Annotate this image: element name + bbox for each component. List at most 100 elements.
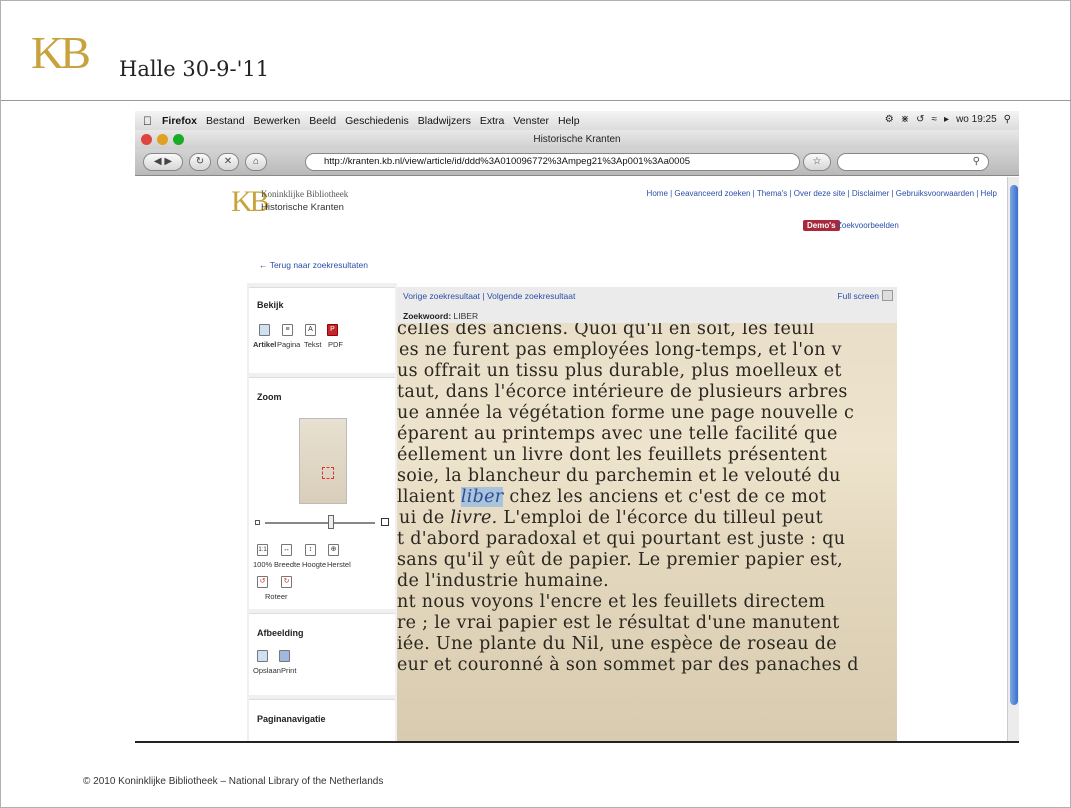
save-label[interactable]: Opslaan bbox=[253, 666, 281, 675]
demo-badge[interactable]: Demo's bbox=[803, 220, 840, 231]
article-view-icon[interactable] bbox=[259, 324, 270, 336]
url-input[interactable]: http://kranten.kb.nl/view/article/id/ddd… bbox=[305, 153, 800, 171]
zoom-slider-handle[interactable] bbox=[328, 515, 334, 529]
scrollbar-thumb[interactable] bbox=[1010, 185, 1018, 705]
sync-icon[interactable]: ⚙ bbox=[885, 114, 894, 125]
scan-line: t d'abord paradoxal et qui pourtant est … bbox=[397, 529, 846, 549]
spotlight-icon[interactable]: ⚲ bbox=[1004, 114, 1011, 125]
scan-line-italic: ui de livre. L'emploi de l'écorce du til… bbox=[399, 508, 823, 528]
wifi-icon[interactable]: ≈ bbox=[932, 114, 938, 125]
top-navigation[interactable]: Home | Geavanceerd zoeken | Thema's | Ov… bbox=[647, 189, 997, 198]
fullscreen-icon[interactable] bbox=[882, 290, 893, 301]
page-thumbnail[interactable] bbox=[299, 418, 347, 504]
panel-title-bekijk: Bekijk bbox=[257, 300, 284, 310]
zoom-slider[interactable] bbox=[265, 522, 375, 524]
web-page: KB Koninklijke Bibliotheek Historische K… bbox=[135, 177, 1007, 741]
zoom-label-hoogte[interactable]: Hoogte bbox=[302, 560, 326, 569]
zoom-label-herstel[interactable]: Herstel bbox=[327, 560, 351, 569]
bookmark-star-icon[interactable]: ☆ bbox=[803, 153, 831, 171]
scan-fragment: L'emploi de l'écorce du tilleul peut bbox=[497, 508, 823, 528]
keyword-highlight[interactable]: liber bbox=[460, 487, 504, 507]
view-label-tekst[interactable]: Tekst bbox=[304, 340, 322, 349]
viewer-header: Vorige zoekresultaat | Volgende zoekresu… bbox=[397, 287, 897, 327]
zoom-label-100[interactable]: 100% bbox=[253, 560, 272, 569]
zoom-in-icon[interactable] bbox=[381, 518, 389, 526]
zoom-label-breedte[interactable]: Breedte bbox=[274, 560, 300, 569]
clock[interactable]: wo 19:25 bbox=[956, 114, 997, 125]
page-view-icon[interactable]: ≡ bbox=[282, 324, 293, 336]
scan-italic-fragment: livre. bbox=[450, 508, 498, 528]
menubar-status-area: ⚙ ⋇ ↺ ≈ ▸ wo 19:25 ⚲ bbox=[885, 114, 1011, 125]
minimize-window-icon[interactable] bbox=[157, 134, 168, 145]
sidebar: Bekijk ≡ A P Artikel Pagina Tekst PDF Zo… bbox=[247, 283, 397, 741]
stop-icon[interactable]: ✕ bbox=[217, 153, 239, 171]
search-input[interactable]: ⚲ bbox=[837, 153, 989, 171]
fit-height-icon[interactable]: ↕ bbox=[305, 544, 316, 556]
panel-paginanavigatie: Paginanavigatie bbox=[249, 699, 395, 741]
view-label-pagina[interactable]: Pagina bbox=[277, 340, 300, 349]
close-window-icon[interactable] bbox=[141, 134, 152, 145]
menu-bladwijzers[interactable]: Bladwijzers bbox=[418, 115, 471, 127]
print-icon[interactable] bbox=[279, 650, 290, 662]
rotate-left-icon[interactable]: ↺ bbox=[257, 576, 268, 588]
menu-beeld[interactable]: Beeld bbox=[309, 115, 336, 127]
scan-fragment: llaient bbox=[397, 487, 455, 507]
menu-extra[interactable]: Extra bbox=[480, 115, 505, 127]
menu-bewerken[interactable]: Bewerken bbox=[254, 115, 301, 127]
search-examples-link[interactable]: Zoekvoorbeelden bbox=[837, 221, 899, 230]
scan-fragment: ui de bbox=[399, 508, 445, 528]
menu-bestand[interactable]: Bestand bbox=[206, 115, 245, 127]
apple-icon[interactable]:  bbox=[143, 114, 152, 128]
panel-title-paginanavigatie: Paginanavigatie bbox=[257, 714, 326, 724]
panel-title-afbeelding: Afbeelding bbox=[257, 628, 304, 638]
browser-screenshot:  Firefox Bestand Bewerken Beeld Geschie… bbox=[135, 111, 1019, 743]
fullscreen-link[interactable]: Full screen bbox=[837, 291, 879, 301]
view-label-pdf[interactable]: PDF bbox=[328, 340, 343, 349]
scan-line: soie, la blancheur du parchemin et le ve… bbox=[397, 466, 841, 486]
scan-line: éellement un livre dont les feuillets pr… bbox=[397, 445, 828, 465]
fit-width-icon[interactable]: ↔ bbox=[281, 544, 292, 556]
bluetooth-icon[interactable]: ⋇ bbox=[901, 114, 909, 125]
zoom-window-icon[interactable] bbox=[173, 134, 184, 145]
back-to-results-link[interactable]: ← Terug naar zoekresultaten bbox=[259, 260, 368, 270]
back-forward-buttons[interactable]: ◀ ▶ bbox=[143, 153, 183, 171]
volume-icon[interactable]: ▸ bbox=[944, 114, 949, 125]
scan-line: taut, dans l'écorce intérieure de plusie… bbox=[397, 382, 848, 402]
presentation-slide: KB Halle 30-9-'11  Firefox Bestand Bewe… bbox=[0, 0, 1071, 808]
keyword-label: Zoekwoord: bbox=[403, 311, 452, 321]
scan-line: de l'industrie humaine. bbox=[397, 571, 610, 591]
pdf-icon[interactable]: P bbox=[327, 324, 338, 336]
scan-line: eur et couronné à son sommet par des pan… bbox=[397, 655, 859, 675]
rotate-right-icon[interactable]: ↻ bbox=[281, 576, 292, 588]
scan-line-highlight: llaient liber chez les anciens et c'est … bbox=[397, 487, 826, 507]
rotate-label[interactable]: Roteer bbox=[265, 592, 288, 601]
scan-line: nt nous voyons l'encre et les feuillets … bbox=[397, 592, 826, 612]
search-keyword: Zoekwoord: LIBER bbox=[403, 311, 478, 321]
window-title: Historische Kranten bbox=[533, 134, 621, 145]
save-icon[interactable] bbox=[257, 650, 268, 662]
scan-line: re ; le vrai papier est le résultat d'un… bbox=[397, 613, 840, 633]
scan-line: us offrait un tissu plus durable, plus m… bbox=[397, 361, 842, 381]
result-navigation[interactable]: Vorige zoekresultaat | Volgende zoekresu… bbox=[403, 291, 575, 301]
reset-zoom-icon[interactable]: ⊕ bbox=[328, 544, 339, 556]
menu-firefox[interactable]: Firefox bbox=[162, 115, 197, 127]
home-icon[interactable]: ⌂ bbox=[245, 153, 267, 171]
page-scrollbar[interactable] bbox=[1007, 177, 1019, 741]
menu-help[interactable]: Help bbox=[558, 115, 580, 127]
scan-line: iée. Une plante du Nil, une espèce de ro… bbox=[397, 634, 837, 654]
zoom-out-icon[interactable] bbox=[255, 520, 260, 525]
print-label[interactable]: Print bbox=[281, 666, 296, 675]
reload-icon[interactable]: ↻ bbox=[189, 153, 211, 171]
actual-size-icon[interactable]: 1:1 bbox=[257, 544, 268, 556]
browser-toolbar: ◀ ▶ ↻ ✕ ⌂ http://kranten.kb.nl/view/arti… bbox=[135, 149, 1019, 176]
menu-venster[interactable]: Venster bbox=[513, 115, 549, 127]
text-view-icon[interactable]: A bbox=[305, 324, 316, 336]
view-label-artikel[interactable]: Artikel bbox=[253, 340, 276, 349]
thumbnail-viewport-indicator[interactable] bbox=[322, 467, 334, 479]
menu-geschiedenis[interactable]: Geschiedenis bbox=[345, 115, 409, 127]
panel-title-zoom: Zoom bbox=[257, 392, 282, 402]
scan-line: éparent au printemps avec une telle faci… bbox=[397, 424, 838, 444]
panel-zoom: Zoom 1:1 ↔ ↕ ⊕ 100% Breedte Hoogte Herst… bbox=[249, 377, 395, 609]
newspaper-scan[interactable]: celles des anciens. Quoi qu'il en soit, … bbox=[397, 323, 897, 741]
timemachine-icon[interactable]: ↺ bbox=[916, 114, 924, 125]
